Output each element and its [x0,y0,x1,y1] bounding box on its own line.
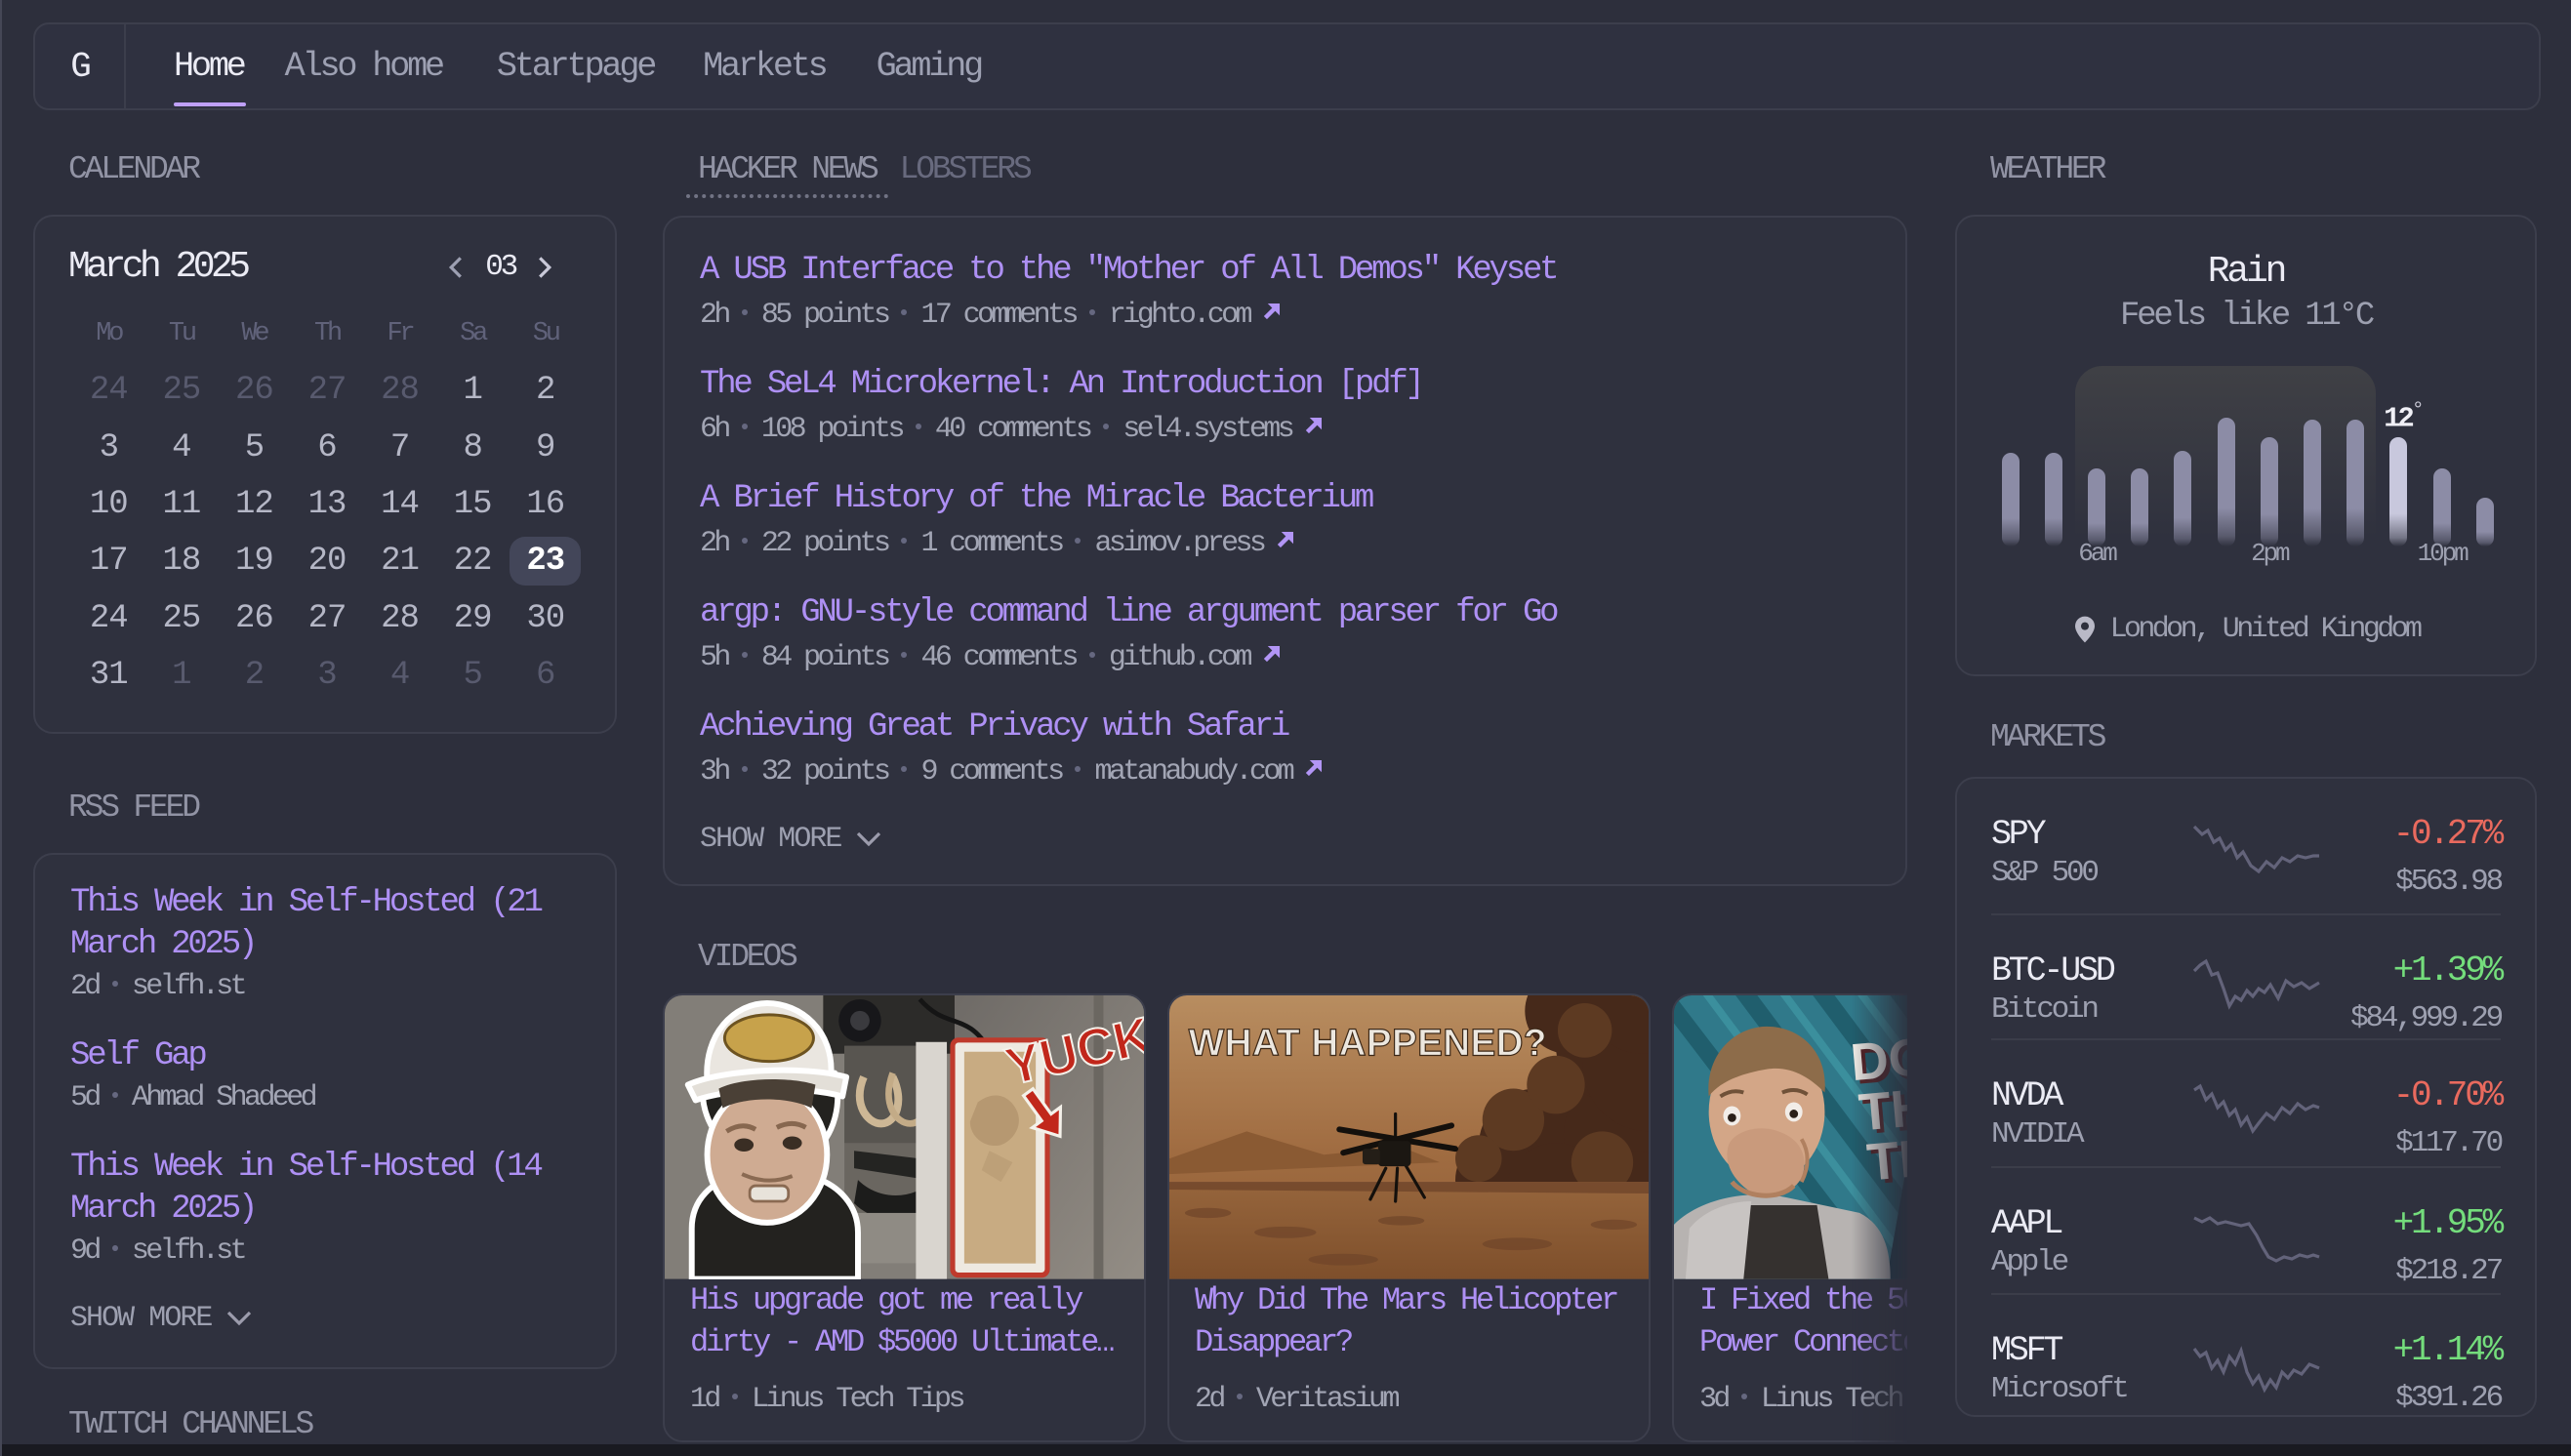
svg-text:WHAT HAPPENED?: WHAT HAPPENED? [1189,1023,1547,1065]
